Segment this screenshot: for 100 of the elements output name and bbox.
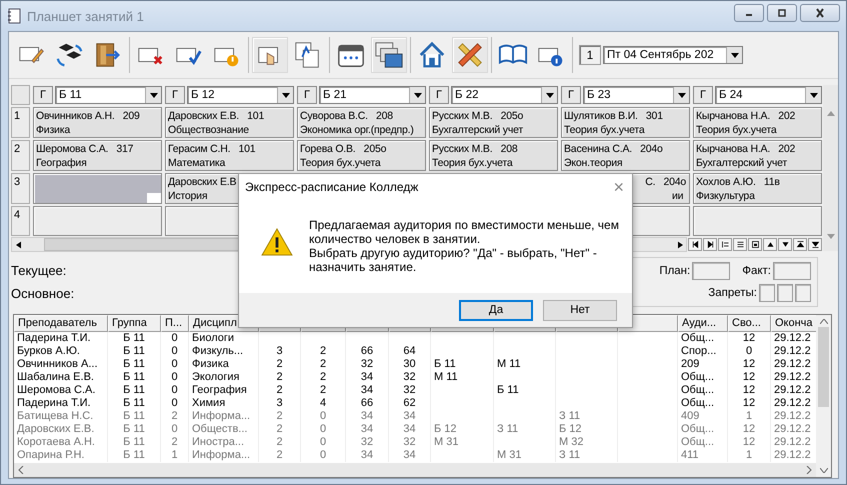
scroll-down-icon [826,234,834,239]
nav-button[interactable] [733,238,747,251]
group-dropdown[interactable]: Б 21 [319,86,426,104]
vertical-scrollbar[interactable] [823,85,838,251]
close-button[interactable]: × [611,178,626,196]
maximize-button[interactable] [767,4,797,22]
column-header[interactable]: Преподаватель [14,315,108,332]
schedule-cell[interactable]: Даровских Е.В. 101 Обществознание [165,107,294,138]
schedule-cell[interactable] [33,173,162,204]
table-cell: 66 [346,345,389,358]
column-header[interactable]: Ауди... [678,315,728,332]
schedule-cell[interactable]: Овчинников А.Н. 209 Физика [33,107,162,138]
scroll-down-icon [820,468,828,473]
table-cell: Коротаева А.Н. [14,436,108,449]
nav-button[interactable] [778,238,792,251]
table-cell: Б 11 [108,384,161,397]
table-cell: 34 [389,449,431,462]
group-dropdown[interactable]: Б 12 [187,86,294,104]
column-header[interactable]: Сво... [728,315,771,332]
schedule-cell[interactable]: Хохлов А.Ю. 11в Физкультура [693,173,822,204]
table-cell: Общ... [678,332,728,345]
group-dropdown[interactable]: Б 24 [715,86,822,104]
dialog-button[interactable]: Нет [543,300,617,320]
table-cell: Обществ... [189,423,259,436]
table-cell: 34 [389,410,431,423]
scroll-right-icon [806,466,812,474]
dropdown-arrow-icon [414,92,422,98]
table-cell: 0 [161,332,189,345]
ban-field[interactable] [777,284,793,302]
table-cell: Спор... [678,345,728,358]
schedule-cell[interactable]: Суворова В.С. 208 Экономика орг.(предпр.) [297,107,426,138]
toggle-button[interactable]: Г [693,86,713,104]
group-dropdown[interactable]: Б 22 [451,86,558,104]
day-number-field[interactable]: 1 [579,45,601,65]
nav-button[interactable] [763,238,777,251]
ban-field[interactable] [795,284,811,302]
ban-field[interactable] [759,284,775,302]
toolbar-button[interactable] [371,37,407,73]
scroll-up-icon [820,319,828,324]
plan-field[interactable] [692,262,730,280]
column-header[interactable]: П... [161,315,189,332]
table-cell: 0 [161,358,189,371]
table-cell: 1 [728,449,771,462]
table-cell: Физика [189,358,259,371]
plan-label: План: [659,265,690,277]
cell-marker [147,193,161,203]
date-dropdown[interactable]: Пт 04 Сентябрь 202 [603,46,743,64]
table-cell: Общ... [678,397,728,410]
schedule-cell[interactable]: Кырчанова Н.А. 202 Бухгалтерский учет [693,140,822,171]
toggle-button[interactable]: Г [429,86,449,104]
minimize-button[interactable] [734,4,764,22]
schedule-cell[interactable]: Горева О.В. 205о Теория бух.учета [297,140,426,171]
schedule-cell[interactable]: Русских М.В. 205о Бухгалтерский учет [429,107,558,138]
table-cell: 12 [728,371,771,384]
table-cell: М 11 [494,358,556,371]
schedule-cell[interactable] [33,206,162,236]
group-dropdown[interactable]: Б 23 [583,86,690,104]
table-cell: 0 [161,397,189,410]
schedule-cell[interactable]: Васенина С.А. 204о Экон.теория [561,140,690,171]
current-label: Текущее: [11,263,66,278]
nav-button[interactable] [703,238,717,251]
nav-button[interactable] [808,238,822,251]
list-icon [736,240,744,249]
table-cell: Информа... [189,449,259,462]
schedule-cell[interactable]: Шеромова С.А. 317 География [33,140,162,171]
table-cell: 3 [259,345,301,358]
table-cell: 12 [728,423,771,436]
schedule-cell[interactable]: Герасим С.Н. 101 Математика [165,140,294,171]
nav-button[interactable] [718,238,732,251]
table-cell: 0 [301,436,346,449]
column-header[interactable]: Оконча [771,315,816,332]
nav-button[interactable] [793,238,807,251]
fact-field[interactable] [773,262,811,280]
close-icon [814,8,826,18]
schedule-cell[interactable]: Кырчанова Н.А. 202 Теория бух.учета [693,107,822,138]
schedule-cell[interactable] [693,206,822,236]
horizontal-scrollbar[interactable] [14,463,816,477]
nav-button[interactable] [748,238,762,251]
schedule-cell[interactable]: Русских М.В. 208 Теория бух.учета [429,140,558,171]
table-cell: Экология [189,371,259,384]
dialog-button[interactable]: Да [459,300,533,320]
close-button[interactable] [800,4,840,22]
windows-stack-icon [374,40,404,70]
toggle-button[interactable]: Г [297,86,317,104]
schedule-cell[interactable]: Шулятиков В.И. 301 Теория бух.учета [561,107,690,138]
table-cell: 12 [728,436,771,449]
scrollbar-thumb[interactable] [818,327,829,407]
table-cell: 32 [389,371,431,384]
group-dropdown[interactable]: Б 11 [55,86,162,104]
table-cell: М 32 [556,436,618,449]
vertical-scrollbar[interactable] [816,315,831,477]
toolbar-button[interactable] [452,37,488,73]
notebook-icon [7,8,21,24]
toggle-button[interactable]: Г [33,86,53,104]
nav-button[interactable] [688,238,702,251]
column-header[interactable]: Группа [108,315,161,332]
table-cell: 3 [259,397,301,410]
corner-cell [11,85,30,105]
toggle-button[interactable]: Г [561,86,581,104]
toggle-button[interactable]: Г [165,86,185,104]
